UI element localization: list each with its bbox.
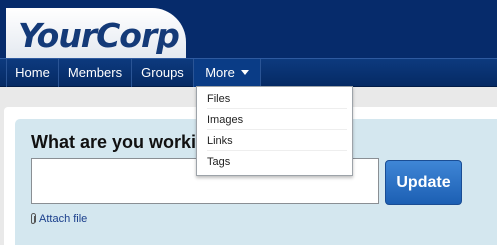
- menu-item-label: Files: [207, 93, 231, 105]
- nav-item-home[interactable]: Home: [6, 59, 59, 87]
- logo[interactable]: YourCorp: [18, 16, 180, 55]
- menu-item-label: Images: [207, 114, 244, 126]
- menu-item-label: Tags: [207, 156, 231, 168]
- logo-tab[interactable]: YourCorp: [6, 8, 186, 58]
- nav-item-more[interactable]: More: [194, 59, 261, 87]
- chevron-down-icon: [240, 70, 249, 76]
- attach-file-link[interactable]: Attach file: [29, 213, 87, 225]
- menu-item-files[interactable]: Files: [207, 89, 347, 109]
- menu-item-images[interactable]: Images: [207, 110, 347, 130]
- menu-item-label: Links: [207, 135, 233, 147]
- nav-item-label: Home: [15, 65, 50, 80]
- menu-item-links[interactable]: Links: [207, 131, 347, 151]
- menu-item-tags[interactable]: Tags: [207, 152, 347, 172]
- nav-item-label: Members: [67, 65, 123, 80]
- site-header: YourCorp: [0, 0, 497, 58]
- nav-item-groups[interactable]: Groups: [132, 59, 194, 87]
- attach-file-label: Attach file: [39, 213, 88, 225]
- main-nav: Home Members Groups More: [0, 58, 497, 87]
- more-dropdown-menu: Files Images Links Tags: [196, 86, 353, 176]
- nav-item-label: Groups: [141, 65, 184, 80]
- nav-item-members[interactable]: Members: [59, 59, 132, 87]
- nav-item-label: More: [205, 65, 235, 80]
- paperclip-icon: [31, 213, 36, 225]
- update-button[interactable]: Update: [385, 160, 462, 205]
